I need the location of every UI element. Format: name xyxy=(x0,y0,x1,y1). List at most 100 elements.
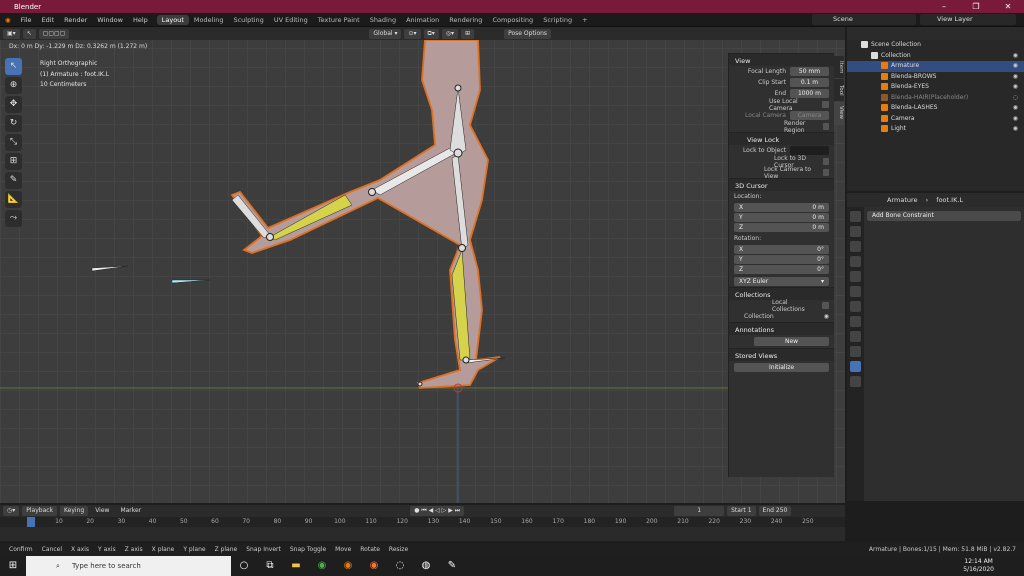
tab-compositing[interactable]: Compositing xyxy=(487,15,538,25)
rotation-mode-dropdown[interactable]: XYZ Euler ▾ xyxy=(734,277,829,286)
menu-file[interactable]: File xyxy=(16,16,37,24)
eye-icon[interactable]: ◉ xyxy=(1013,51,1018,62)
lock-camera-view-checkbox[interactable] xyxy=(822,169,829,176)
cursor-loc-x[interactable]: X 0 m xyxy=(734,203,829,212)
new-annotation-button[interactable]: New xyxy=(754,337,829,346)
playback-menu[interactable]: Playback xyxy=(22,506,58,516)
eye-icon[interactable]: ◉ xyxy=(1013,103,1018,114)
cursor-rot-y[interactable]: Y 0° xyxy=(734,255,829,264)
tab-rendering[interactable]: Rendering xyxy=(444,15,487,25)
file-explorer-icon[interactable]: ▬ xyxy=(283,556,309,576)
outliner-item-lashes[interactable]: Blenda-LASHES ◉ xyxy=(847,103,1024,114)
maximize-icon[interactable]: ❐ xyxy=(960,0,992,13)
menu-window[interactable]: Window xyxy=(92,16,128,24)
eye-icon[interactable]: ◉ xyxy=(1013,82,1018,93)
blender-logo-icon[interactable]: ◉ xyxy=(0,16,16,24)
view-layer-tab-icon[interactable] xyxy=(850,256,861,267)
firefox-icon[interactable]: ◉ xyxy=(361,556,387,576)
use-local-camera-checkbox[interactable] xyxy=(822,101,829,108)
minimize-icon[interactable]: – xyxy=(928,0,960,13)
pivot-dropdown[interactable]: ⊙▾ xyxy=(404,28,421,39)
modifier-tab-icon[interactable] xyxy=(850,316,861,327)
timeline[interactable]: 1102030405060708090100110120130140150160… xyxy=(0,517,845,541)
blender-taskbar-icon[interactable]: ◉ xyxy=(335,556,361,576)
outliner-item-brows[interactable]: Blenda-BROWS ◉ xyxy=(847,72,1024,83)
frame-ruler[interactable]: 1102030405060708090100110120130140150160… xyxy=(0,517,845,527)
taskbar-search-input[interactable]: ⌕ Type here to search xyxy=(26,556,231,576)
render-region-checkbox[interactable] xyxy=(822,123,829,130)
outliner-item-camera[interactable]: Camera ◉ xyxy=(847,114,1024,125)
orientation-dropdown[interactable]: Global ▾ xyxy=(369,28,402,39)
data-tab-icon[interactable] xyxy=(850,331,861,342)
focal-length-field[interactable]: 50 mm xyxy=(790,67,829,76)
outliner-item-hair[interactable]: Blenda-HAIR(Placeholder) ◌ xyxy=(847,93,1024,104)
close-icon[interactable]: ✕ xyxy=(992,0,1024,13)
outliner-item-light[interactable]: Light ◉ xyxy=(847,124,1024,135)
keying-menu[interactable]: Keying xyxy=(60,506,89,516)
view-menu[interactable]: View xyxy=(91,506,113,516)
menu-help[interactable]: Help xyxy=(128,16,153,24)
windows-start-icon[interactable]: ⊞ xyxy=(0,556,26,576)
tool-tab-icon[interactable] xyxy=(850,211,861,222)
proportional-button[interactable]: ◎▾ xyxy=(441,28,459,39)
tab-uv-editing[interactable]: UV Editing xyxy=(269,15,313,25)
menu-edit[interactable]: Edit xyxy=(37,16,60,24)
tab-modeling[interactable]: Modeling xyxy=(189,15,229,25)
outliner-item-scene-collection[interactable]: Scene Collection xyxy=(847,40,1024,51)
eye-icon[interactable]: ◉ xyxy=(824,313,829,320)
outliner-item-armature[interactable]: Armature ◉ xyxy=(847,61,1024,72)
editor-type-button[interactable]: ▣▾ xyxy=(3,28,20,39)
tab-animation[interactable]: Animation xyxy=(401,15,444,25)
xray-button[interactable]: ⊞ xyxy=(461,28,475,39)
start-field[interactable]: Start 1 xyxy=(727,506,756,516)
tab-tool[interactable]: Tool xyxy=(834,79,844,101)
select-mode-button[interactable]: ↖ xyxy=(22,28,36,39)
annotations-header[interactable]: Annotations xyxy=(729,322,834,335)
tab-texture-paint[interactable]: Texture Paint xyxy=(313,15,365,25)
tab-scripting[interactable]: Scripting xyxy=(538,15,577,25)
eye-icon[interactable]: ◉ xyxy=(1013,61,1018,72)
bone-constraint-tab-icon[interactable] xyxy=(850,361,861,372)
collection-row[interactable]: Collection ◉ xyxy=(729,311,834,322)
add-bone-constraint-dropdown[interactable]: Add Bone Constraint xyxy=(867,211,1021,221)
current-frame-field[interactable]: 1 xyxy=(674,506,725,516)
app-icon-2[interactable]: ◍ xyxy=(413,556,439,576)
outliner-item-eyes[interactable]: Blenda-EYES ◉ xyxy=(847,82,1024,93)
lock-3d-cursor-checkbox[interactable] xyxy=(822,158,829,165)
tab-sculpting[interactable]: Sculpting xyxy=(228,15,268,25)
eye-icon[interactable]: ◉ xyxy=(1013,114,1018,125)
render-tab-icon[interactable] xyxy=(850,226,861,237)
snap-button[interactable]: ⧉▾ xyxy=(423,28,439,39)
world-tab-icon[interactable] xyxy=(850,286,861,297)
eye-icon[interactable]: ◉ xyxy=(1013,72,1018,83)
tab-view[interactable]: View xyxy=(834,102,844,124)
cursor-rot-x[interactable]: X 0° xyxy=(734,245,829,254)
local-collections-checkbox[interactable] xyxy=(822,302,829,309)
scene-selector[interactable]: Scene xyxy=(812,14,916,25)
view-section-header[interactable]: View xyxy=(729,53,834,66)
cursor-loc-z[interactable]: Z 0 m xyxy=(734,223,829,232)
tab-shading[interactable]: Shading xyxy=(365,15,401,25)
3d-cursor-header[interactable]: 3D Cursor xyxy=(729,178,834,191)
clip-start-field[interactable]: 0.1 m xyxy=(790,78,829,87)
eye-icon[interactable]: ◉ xyxy=(1013,124,1018,135)
eye-closed-icon[interactable]: ◌ xyxy=(1013,93,1018,104)
end-field[interactable]: End 250 xyxy=(758,506,792,516)
add-workspace-button[interactable]: + xyxy=(577,15,592,25)
marker-menu[interactable]: Marker xyxy=(116,506,145,516)
stored-views-header[interactable]: Stored Views xyxy=(729,348,834,361)
view-lock-header[interactable]: View Lock xyxy=(729,132,834,145)
taskbar-clock[interactable]: 12:14 AM 5/16/2020 xyxy=(963,558,994,574)
app-icon-3[interactable]: ✎ xyxy=(439,556,465,576)
bone-tab-icon[interactable] xyxy=(850,346,861,357)
app-icon[interactable]: ◌ xyxy=(387,556,413,576)
initialize-button[interactable]: Initialize xyxy=(734,363,829,372)
tab-item[interactable]: Item xyxy=(834,56,844,78)
task-view-icon[interactable]: ⧉ xyxy=(257,556,283,576)
pose-options-dropdown[interactable]: Pose Options xyxy=(504,28,552,39)
object-tab-icon[interactable] xyxy=(850,301,861,312)
tab-layout[interactable]: Layout xyxy=(156,14,189,25)
cursor-loc-y[interactable]: Y 0 m xyxy=(734,213,829,222)
select-box-buttons[interactable]: ▢▢▢▢ xyxy=(38,28,70,39)
cortana-icon[interactable]: ○ xyxy=(231,556,257,576)
